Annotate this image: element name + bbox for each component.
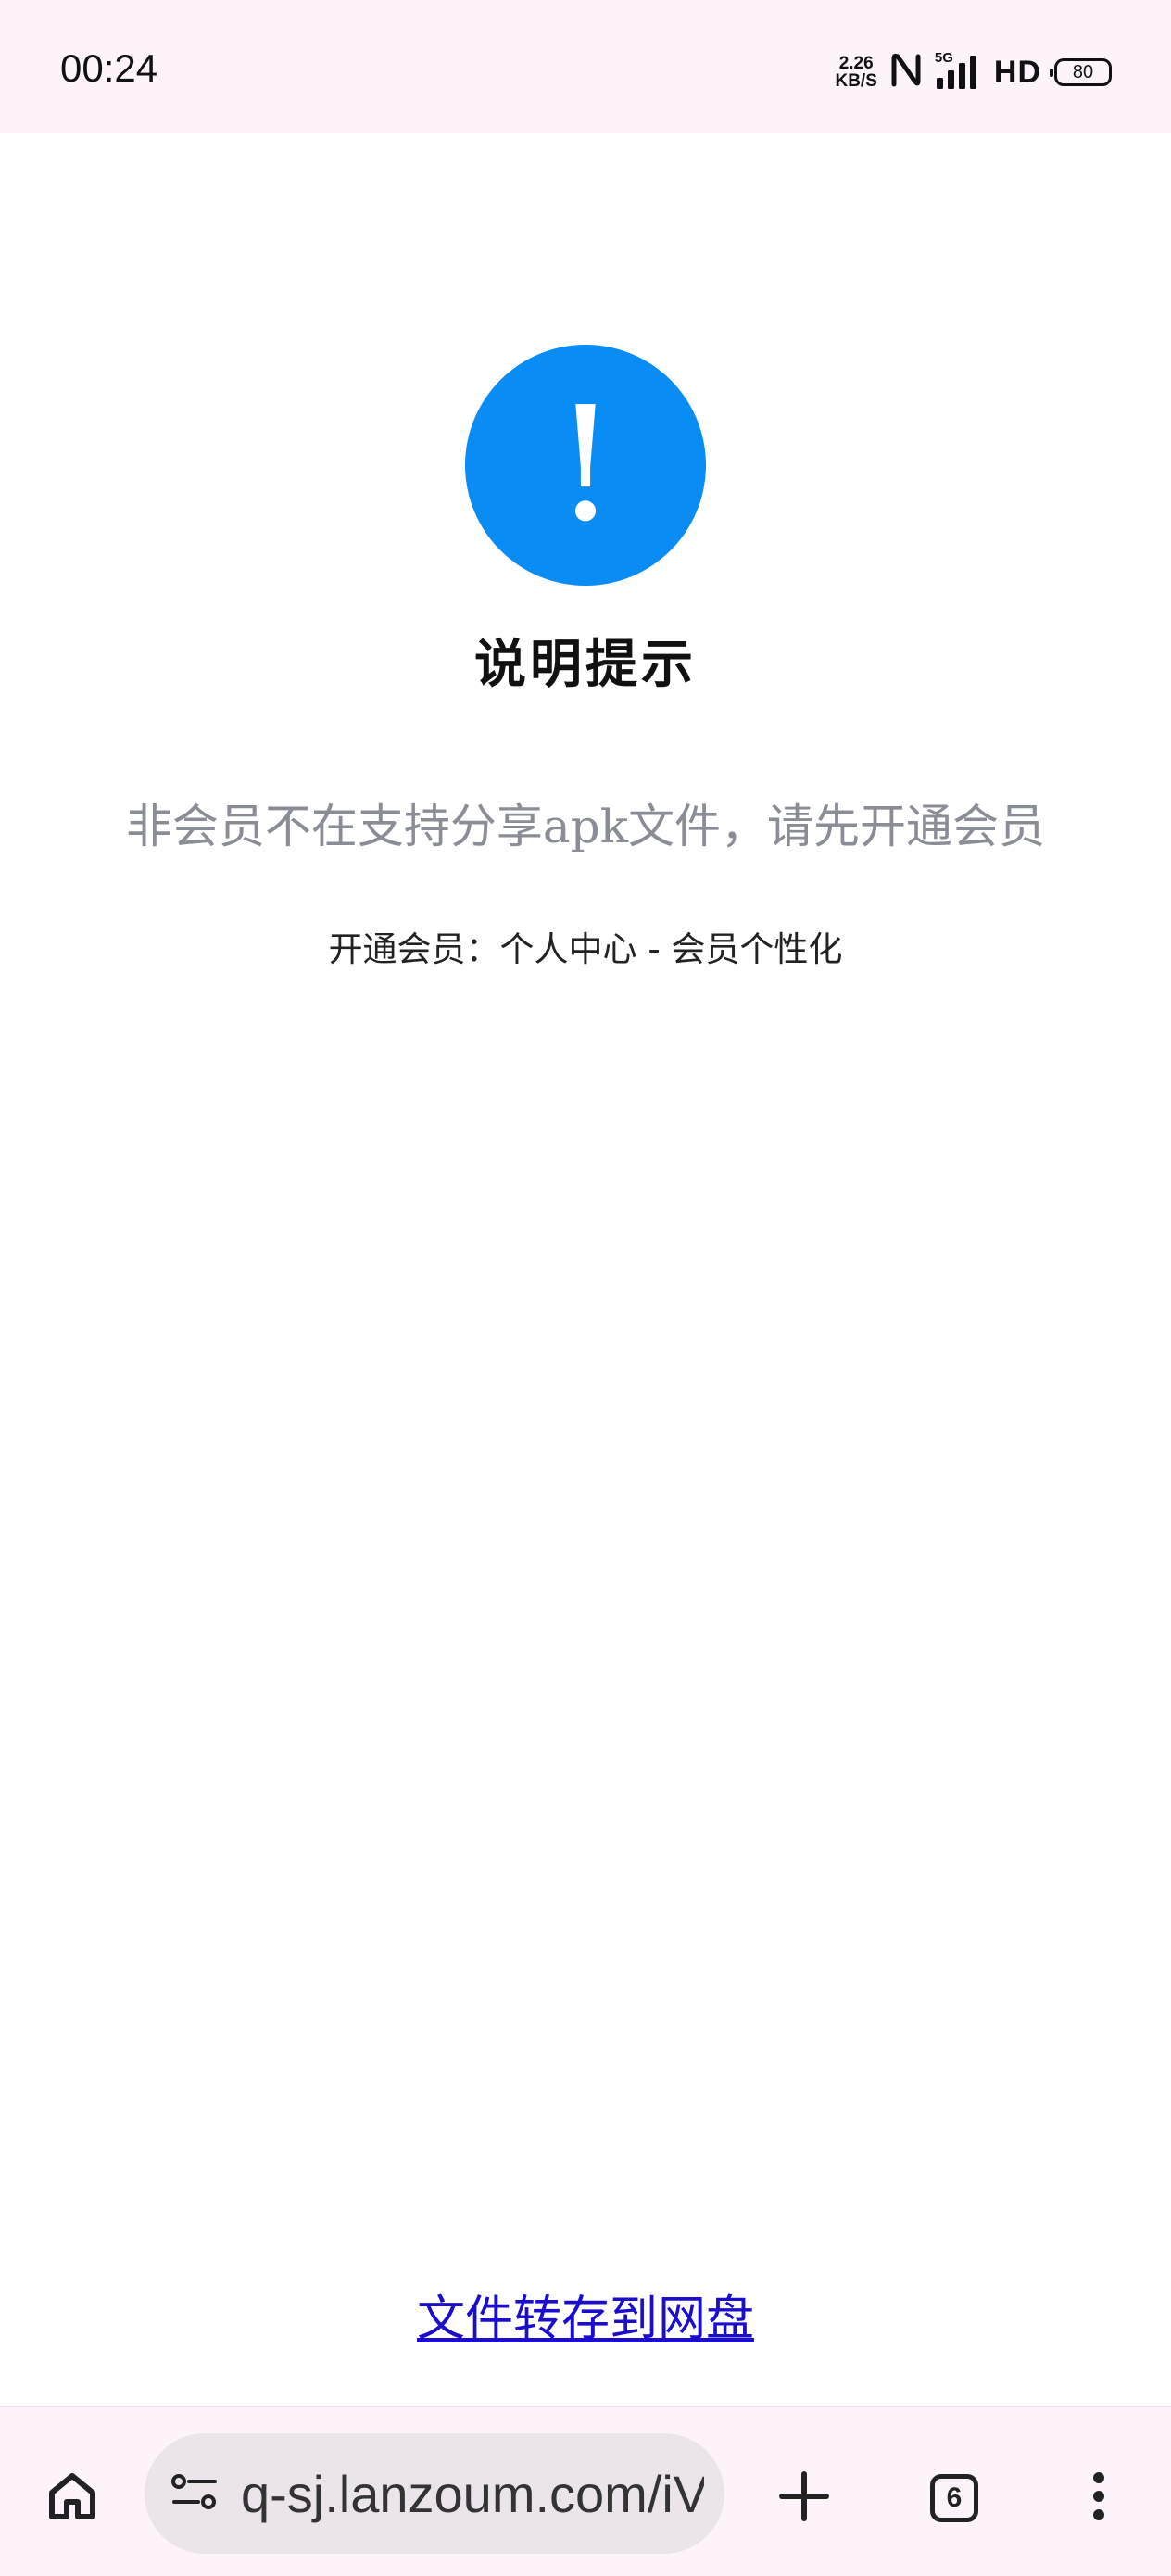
tab-switcher-icon: 6 [930,2474,978,2522]
network-speed: 2.26 KB/S [835,55,876,90]
site-settings-button[interactable] [169,2468,220,2519]
status-icons: 2.26 KB/S 5G HD 80 [835,50,1112,93]
more-menu-icon [1089,2469,1108,2528]
new-tab-button[interactable] [769,2463,839,2533]
site-settings-icon [170,2471,219,2516]
browser-toolbar: q-sj.lanzoum.com/iV 6 [0,2406,1171,2576]
plus-icon [776,2469,832,2528]
status-time: 00:24 [60,46,158,90]
save-to-cloud-link[interactable]: 文件转存到网盘 [417,2292,754,2347]
battery-icon: 80 [1050,58,1112,86]
exclamation-glyph: ! [553,373,618,557]
notice-message: 非会员不在支持分享apk文件，请先开通会员 [125,800,1046,853]
home-icon [44,2469,100,2528]
hd-label: HD [993,54,1041,90]
page-title: 说明提示 [474,635,697,695]
save-link-container: 文件转存到网盘 [0,2279,1171,2349]
network-speed-unit: KB/S [835,71,877,91]
membership-hint: 开通会员：个人中心 - 会员个性化 [328,929,843,969]
nfc-icon [890,53,922,92]
battery-level: 80 [1072,61,1094,82]
network-speed-value: 2.26 [838,54,874,73]
address-bar[interactable]: q-sj.lanzoum.com/iV [145,2433,724,2554]
tab-count: 6 [946,2482,963,2513]
exclamation-icon: ! [465,345,706,586]
tab-switcher-button[interactable]: 6 [921,2465,988,2532]
url-text: q-sj.lanzoum.com/iV [241,2464,704,2523]
status-bar: 00:24 2.26 KB/S 5G HD 80 [0,0,1171,133]
signal-icon: 5G [935,50,981,91]
more-menu-button[interactable] [1064,2463,1134,2533]
home-button[interactable] [37,2463,107,2533]
